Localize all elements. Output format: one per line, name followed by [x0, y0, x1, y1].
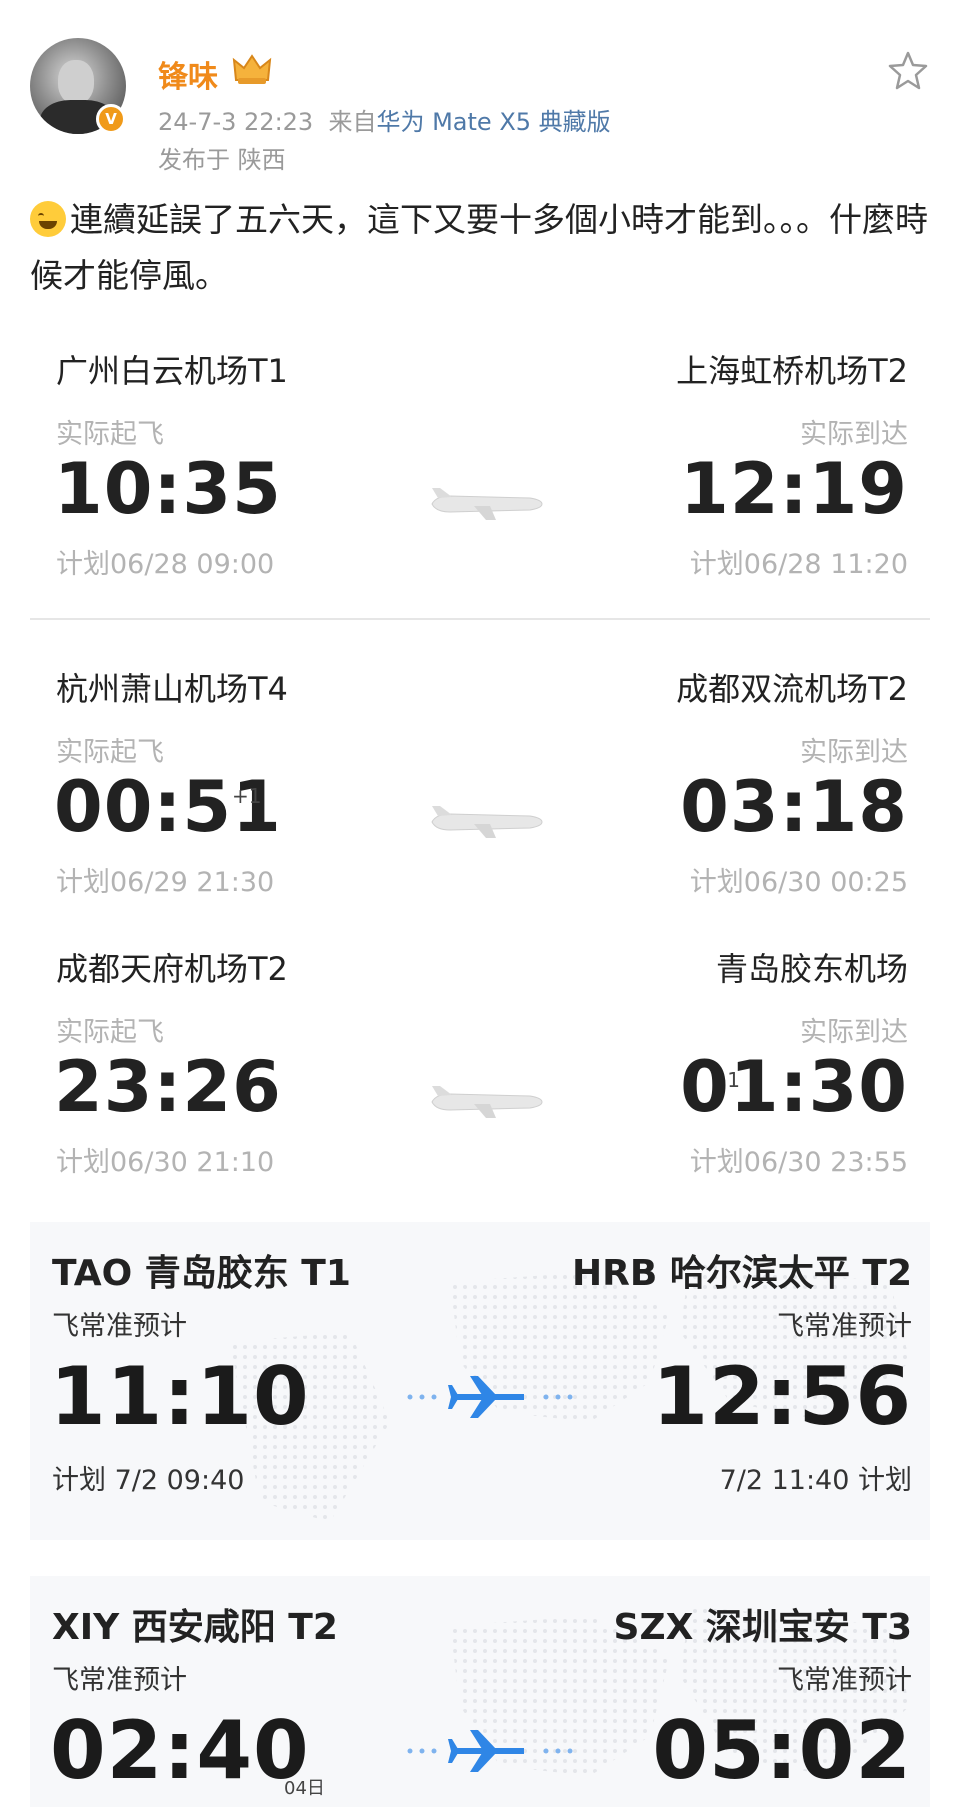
post-timestamp: 24-7-3 22:23 — [158, 108, 314, 136]
post-meta: 24-7-3 22:23 来自华为 Mate X5 典藏版 — [158, 102, 611, 137]
star-icon[interactable] — [888, 50, 928, 90]
laughing-crying-emoji-icon — [30, 201, 66, 237]
arrival-airport: HRB 哈尔滨太平 T2 — [572, 1253, 912, 1294]
flight-card[interactable]: 广州白云机场T1 上海虹桥机场T2 实际起飞 实际到达 10:35 12:19 … — [30, 346, 930, 596]
arrival-time: 12:19 — [680, 448, 908, 530]
flight-card[interactable]: 成都天府机场T2 青岛胶东机场 实际起飞 实际到达 23:26 +1 01:30… — [30, 944, 930, 1194]
departure-time: 23:26 — [54, 1046, 282, 1128]
departure-plan: 计划06/28 09:00 — [56, 549, 275, 580]
arrival-label: 实际到达 — [800, 419, 908, 450]
departure-label: 实际起飞 — [56, 419, 164, 450]
airplane-icon — [431, 488, 543, 520]
airplane-icon — [431, 806, 543, 838]
departure-time: 11:10 — [50, 1350, 310, 1443]
departure-airport: 成都天府机场T2 — [56, 950, 288, 988]
arrival-time: 12:56 — [652, 1350, 912, 1443]
departure-label: 飞常准预计 — [52, 1311, 187, 1342]
departure-airport: TAO 青岛胶东 T1 — [52, 1253, 351, 1294]
verified-badge-icon: V — [96, 104, 126, 134]
fcz-flight-card[interactable]: TAO 青岛胶东 T1 HRB 哈尔滨太平 T2 飞常准预计 飞常准预计 11:… — [30, 1222, 930, 1540]
arrival-label: 实际到达 — [800, 737, 908, 768]
post-body: 連續延誤了五六天，這下又要十多個小時才能到。。。什麼時候才能停風。 — [30, 200, 928, 295]
departure-label: 实际起飞 — [56, 1017, 164, 1048]
arrival-time: 03:18 — [680, 766, 908, 848]
departure-time: 02:40 — [50, 1704, 310, 1797]
departure-plan: 计划 7/2 09:40 — [52, 1465, 245, 1496]
avatar-face — [58, 60, 94, 104]
arrival-time: 01:30 — [680, 1046, 908, 1128]
arrival-label: 实际到达 — [800, 1017, 908, 1048]
card-divider — [30, 618, 930, 620]
departure-time: 10:35 — [54, 448, 282, 530]
arrival-airport: 上海虹桥机场T2 — [676, 352, 908, 390]
crown-icon — [232, 54, 272, 84]
post-text: 連續延誤了五六天，這下又要十多個小時才能到。。。什麼時候才能停風。 — [30, 192, 940, 304]
departure-label: 实际起飞 — [56, 737, 164, 768]
departure-label: 飞常准预计 — [52, 1665, 187, 1696]
arrival-plan: 计划06/30 23:55 — [689, 1147, 908, 1178]
arrival-label: 飞常准预计 — [777, 1665, 912, 1696]
post-location: 发布于 陕西 — [158, 146, 286, 174]
arrival-airport: 成都双流机场T2 — [676, 670, 908, 708]
fcz-flight-card[interactable]: XIY 西安咸阳 T2 SZX 深圳宝安 T3 飞常准预计 飞常准预计 02:4… — [30, 1576, 930, 1807]
arrival-airport: 青岛胶东机场 — [715, 950, 908, 988]
source-prefix: 来自 — [328, 108, 377, 136]
username[interactable]: 锋味 — [158, 52, 218, 96]
arrival-time: 05:02 — [652, 1704, 912, 1797]
blue-airplane-icon — [407, 1376, 573, 1418]
arrival-airport: SZX 深圳宝安 T3 — [613, 1607, 912, 1648]
departure-airport: XIY 西安咸阳 T2 — [52, 1607, 338, 1648]
departure-day: 04日 — [284, 1778, 325, 1799]
arrival-plan: 计划06/30 00:25 — [689, 867, 908, 898]
arrival-plan: 计划06/28 11:20 — [689, 549, 908, 580]
device-link[interactable]: 华为 Mate X5 典藏版 — [376, 108, 610, 136]
flight-card[interactable]: 杭州萧山机场T4 成都双流机场T2 实际起飞 实际到达 00:51 +1 03:… — [30, 664, 930, 914]
arrival-label: 飞常准预计 — [777, 1311, 912, 1342]
next-day-marker: +1 — [232, 784, 262, 808]
blue-airplane-icon — [407, 1730, 573, 1772]
airplane-icon — [431, 1086, 543, 1118]
departure-plan: 计划06/30 21:10 — [56, 1147, 275, 1178]
arrival-plan: 7/2 11:40 计划 — [719, 1465, 912, 1496]
departure-plan: 计划06/29 21:30 — [56, 867, 275, 898]
departure-airport: 杭州萧山机场T4 — [56, 670, 288, 708]
departure-airport: 广州白云机场T1 — [56, 352, 288, 390]
